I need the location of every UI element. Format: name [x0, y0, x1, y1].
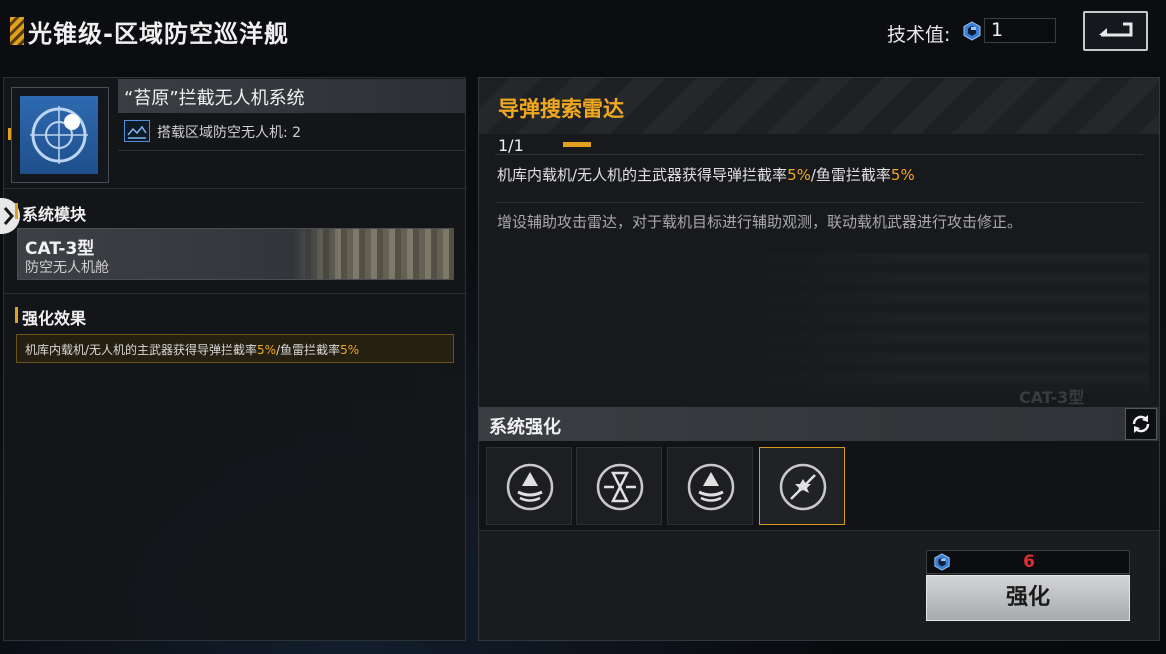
- divider: [118, 150, 465, 151]
- tech-value: 1: [984, 18, 1056, 43]
- tech-point-icon: [934, 553, 950, 571]
- section-marker: [15, 203, 18, 219]
- system-enhance-bar: 系统强化: [479, 407, 1159, 441]
- module-name-bar: “苔原”拦截无人机系统: [118, 79, 465, 113]
- refresh-icon: [1132, 415, 1150, 433]
- upgrade-level: 1/1: [498, 136, 524, 155]
- module-info-panel: “苔原”拦截无人机系统 搭载区域防空无人机: 2 系统模块 CAT-3型 防空无…: [0, 77, 467, 641]
- effect-text: /鱼雷拦截率: [276, 343, 341, 357]
- module-card[interactable]: CAT-3型 防空无人机舱: [17, 228, 454, 280]
- drone-carrier-icon: [124, 120, 150, 142]
- module-type-name: 防空无人机舱: [25, 260, 109, 276]
- back-button[interactable]: [1083, 11, 1148, 51]
- enhance-slot-3[interactable]: [667, 447, 753, 525]
- effect-value: 5%: [787, 166, 811, 184]
- divider: [495, 154, 1143, 155]
- missile-intercept-icon: [596, 463, 644, 511]
- module-icon: [20, 96, 98, 174]
- upgrade-effect-text: 机库内载机/无人机的主武器获得导弹拦截率5%/鱼雷拦截率5%: [497, 164, 915, 185]
- page-title: 光锥级-区域防空巡洋舰: [28, 20, 289, 48]
- back-icon: [1099, 22, 1133, 37]
- upgrade-cost: 6: [926, 550, 1130, 574]
- enhance-slot-1[interactable]: [486, 447, 572, 525]
- upgrade-detail-panel: 导弹搜索雷达 1/1 机库内载机/无人机的主武器获得导弹拦截率5%/鱼雷拦截率5…: [478, 77, 1160, 641]
- refresh-button[interactable]: [1125, 408, 1157, 440]
- enhancement-effect-box: 机库内载机/无人机的主武器获得导弹拦截率5%/鱼雷拦截率5%: [16, 334, 454, 363]
- module-watermark: CAT-3型: [1019, 388, 1085, 407]
- header: 光锥级-区域防空巡洋舰 技术值: 1: [0, 0, 1166, 66]
- module-art-image: [293, 229, 453, 279]
- effect-value: 5%: [257, 343, 277, 357]
- effect-text: 机库内载机/无人机的主武器获得导弹拦截率: [497, 166, 788, 184]
- module-icon-frame[interactable]: [11, 87, 109, 183]
- orange-tick: [8, 128, 11, 140]
- title-accent: [10, 17, 24, 45]
- upgrade-title: 导弹搜索雷达: [498, 97, 624, 121]
- module-system-name: “苔原”拦截无人机系统: [124, 88, 305, 109]
- tech-point-icon: [963, 21, 981, 41]
- effect-value: 5%: [890, 166, 915, 184]
- drone-count-text: 搭载区域防空无人机: 2: [157, 125, 302, 141]
- cost-value: 6: [1023, 552, 1035, 572]
- divider: [4, 188, 467, 189]
- effect-text: 机库内载机/无人机的主武器获得导弹拦截率: [25, 343, 258, 357]
- target-radar-icon: [30, 106, 88, 164]
- detail-header: 导弹搜索雷达: [479, 78, 1159, 134]
- divider: [4, 293, 467, 294]
- section-title-effect: 强化效果: [22, 309, 87, 328]
- radar-dome-icon: [506, 463, 554, 511]
- upgrade-button[interactable]: 强化: [926, 575, 1130, 621]
- upgrade-description: 增设辅助攻击雷达，对于载机目标进行辅助观测，联动载机武器进行攻击修正。: [497, 213, 1023, 231]
- effect-text: /鱼雷拦截率: [810, 166, 891, 184]
- level-progress-bar: [563, 142, 591, 147]
- enhance-slot-4-selected[interactable]: [759, 447, 845, 525]
- effect-value: 5%: [340, 343, 360, 357]
- tech-label: 技术值:: [887, 24, 951, 46]
- section-marker: [15, 307, 18, 323]
- module-model-name: CAT-3型: [25, 239, 95, 259]
- divider: [495, 202, 1143, 203]
- enhance-slot-2[interactable]: [576, 447, 662, 525]
- ship-art-background: [739, 253, 1149, 393]
- radar-dome-icon: [687, 463, 735, 511]
- burst-strike-icon: [779, 463, 827, 511]
- section-title-module: 系统模块: [22, 205, 87, 224]
- system-enhance-title: 系统强化: [489, 417, 561, 438]
